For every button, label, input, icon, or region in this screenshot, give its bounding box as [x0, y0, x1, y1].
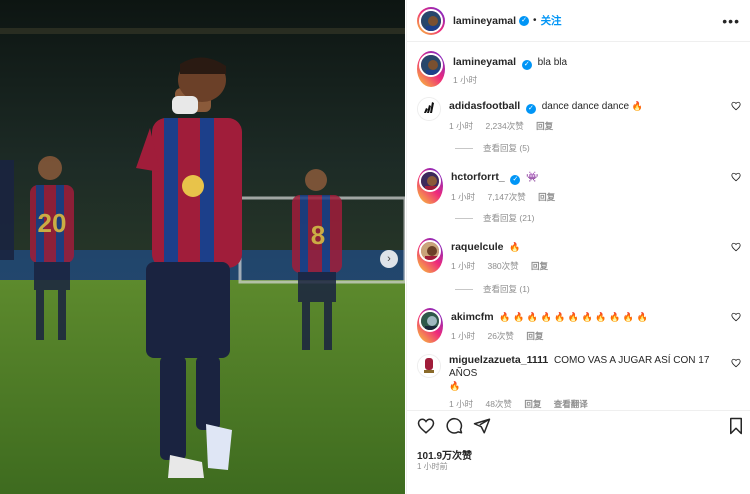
comment-likes[interactable]: 7,147次赞	[487, 192, 525, 202]
comment-username[interactable]: miguelzazueta_1111	[449, 354, 548, 366]
comment-item: raquelcule 🔥 1 小时 380次赞 回复	[417, 238, 747, 273]
heart-icon[interactable]	[731, 172, 741, 182]
comment-avatar[interactable]	[417, 308, 443, 343]
verified-badge-icon: ✓	[525, 104, 536, 114]
comment-avatar-image	[421, 312, 439, 330]
verified-badge-icon: ✓	[510, 175, 521, 185]
caption-time: 1 小时	[453, 75, 478, 85]
chevron-right-icon: ›	[387, 253, 391, 265]
fire-emoji: 🔥	[449, 381, 461, 391]
caption-username[interactable]: lamineyamal	[453, 56, 516, 68]
comment-likes[interactable]: 2,234次赞	[485, 121, 523, 131]
comment-item: hctorforrt_ ✓ 👾 1 小时 7,147次赞 回复	[417, 168, 747, 204]
comment-username[interactable]: adidasfootball	[449, 100, 520, 112]
post-time: 1 小时前	[417, 462, 448, 471]
reply-button[interactable]: 回复	[538, 192, 555, 202]
caption-text: bla bla	[537, 57, 568, 68]
reply-button[interactable]: 回复	[531, 261, 548, 271]
svg-text:20: 20	[38, 208, 67, 238]
author-avatar[interactable]	[417, 6, 445, 35]
verified-badge-icon: ✓	[521, 60, 532, 70]
comment-text: dance dance dance	[541, 101, 630, 112]
comment-avatar[interactable]	[417, 238, 443, 273]
comment-username[interactable]: akimcfm	[451, 311, 494, 323]
caption-row: lamineyamal ✓ bla bla 1 小时	[417, 51, 747, 87]
comment-username[interactable]: hctorforrt_	[451, 171, 505, 183]
adidas-logo-icon	[418, 98, 440, 120]
comment-time: 1 小时	[451, 331, 476, 341]
follow-button[interactable]: 关注	[541, 13, 562, 28]
comment-avatar[interactable]	[417, 97, 441, 121]
reply-button[interactable]: 回复	[536, 121, 553, 131]
view-replies-button[interactable]: 查看回复 (5)	[455, 142, 530, 154]
comment-username[interactable]: raquelcule	[451, 241, 504, 253]
comment-avatar[interactable]	[417, 354, 441, 378]
fire-emoji: 🔥	[631, 101, 644, 111]
football-photo: 20 8	[0, 0, 405, 494]
post-image[interactable]: 20 8 ›	[0, 0, 405, 494]
replies-divider	[455, 288, 473, 290]
comment-likes[interactable]: 26次赞	[487, 331, 513, 341]
author-avatar-image	[421, 10, 441, 31]
svg-text:8: 8	[311, 220, 325, 250]
carousel-next-button[interactable]: ›	[380, 250, 398, 268]
comment-avatar-image	[421, 242, 439, 260]
alien-emoji: 👾	[526, 172, 539, 183]
reply-button[interactable]: 回复	[524, 399, 541, 409]
comment-icon[interactable]	[445, 417, 463, 435]
heart-icon[interactable]	[731, 358, 741, 368]
heart-icon[interactable]	[731, 242, 741, 252]
replies-divider	[455, 217, 473, 219]
view-replies-label: 查看回复 (1)	[483, 284, 530, 294]
post-side-panel: lamineyamal ✓ • 关注 ••• lamineyamal ✓ bla…	[406, 0, 750, 494]
heart-icon[interactable]	[731, 101, 741, 111]
post-likes[interactable]: 101.9万次赞	[417, 447, 472, 462]
heart-icon[interactable]	[417, 417, 435, 435]
reply-button[interactable]: 回复	[526, 331, 543, 341]
verified-badge-icon: ✓	[519, 15, 530, 26]
caption-avatar[interactable]	[417, 51, 445, 87]
comment-time: 1 小时	[449, 121, 474, 131]
share-icon[interactable]	[473, 417, 491, 435]
comment-item: akimcfm 🔥 🔥 🔥 🔥 🔥 🔥 🔥 🔥 🔥 🔥 🔥 1 小时 26次赞 …	[417, 308, 747, 343]
bookmark-icon[interactable]	[727, 417, 745, 435]
heart-icon[interactable]	[731, 312, 741, 322]
comment-item: miguelzazueta_1111 COMO VAS A JUGAR ASÍ …	[417, 354, 747, 410]
fire-emoji-row: 🔥 🔥 🔥 🔥 🔥 🔥 🔥 🔥 🔥 🔥 🔥	[499, 312, 648, 322]
post-header: lamineyamal ✓ • 关注 •••	[407, 0, 750, 42]
view-replies-label: 查看回复 (21)	[483, 213, 535, 223]
view-replies-button[interactable]: 查看回复 (1)	[455, 283, 530, 295]
comment-time: 1 小时	[451, 192, 476, 202]
view-replies-button[interactable]: 查看回复 (21)	[455, 212, 534, 224]
separator-dot: •	[533, 15, 537, 26]
author-username[interactable]: lamineyamal	[453, 15, 516, 27]
comment-avatar[interactable]	[417, 168, 443, 204]
translate-button[interactable]: 查看翻译	[554, 399, 588, 409]
comment-time: 1 小时	[449, 399, 474, 409]
view-replies-label: 查看回复 (5)	[483, 143, 530, 153]
comment-item: adidasfootball ✓ dance dance dance 🔥 1 小…	[417, 97, 747, 133]
comment-likes[interactable]: 48次赞	[485, 399, 511, 409]
post-actions: 101.9万次赞 1 小时前	[407, 410, 750, 494]
comment-time: 1 小时	[451, 261, 476, 271]
comments-list[interactable]: lamineyamal ✓ bla bla 1 小时 adidasfootbal…	[407, 42, 750, 410]
comment-likes[interactable]: 380次赞	[487, 261, 518, 271]
comment-avatar-image	[421, 172, 439, 190]
more-icon[interactable]: •••	[722, 13, 740, 29]
replies-divider	[455, 147, 473, 149]
caption-avatar-image	[421, 55, 441, 75]
comment-avatar-image	[418, 355, 440, 377]
fire-emoji: 🔥	[509, 242, 521, 252]
